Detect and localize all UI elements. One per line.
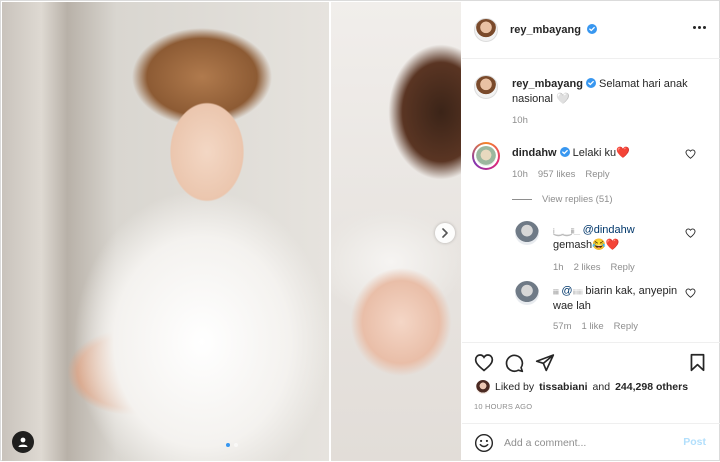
reply-meta: 1h 2 likes Reply: [553, 262, 635, 273]
more-dot: [693, 26, 696, 29]
author-avatar[interactable]: [474, 18, 498, 42]
user-tag-icon: [18, 437, 28, 447]
reply-avatar[interactable]: [515, 281, 539, 305]
comment-icon[interactable]: [504, 353, 524, 373]
view-replies-line: [512, 199, 532, 200]
carousel-dot: [234, 443, 238, 447]
reply: ᵢ‿‿ᵢᵢᵢ_ @dindahw gemash😂❤️: [553, 223, 683, 253]
post-photo-left: [2, 2, 329, 461]
liked-by: Liked by tissabiani and 244,298 others: [476, 380, 688, 394]
carousel-dot-active: [226, 443, 230, 447]
reply-avatar[interactable]: [515, 221, 539, 245]
view-replies-button[interactable]: View replies (51): [512, 194, 613, 205]
verified-badge-icon: [587, 24, 597, 34]
liker-avatar[interactable]: [476, 380, 490, 394]
post-side-panel: rey_mbayang rey_mbayang Selamat hari ana…: [462, 2, 720, 461]
commenter-username[interactable]: dindahw: [512, 147, 557, 159]
reply-meta: 57m 1 like Reply: [553, 321, 638, 332]
liked-by-others[interactable]: 244,298 others: [615, 381, 688, 393]
comment-meta: 10h 957 likes Reply: [512, 169, 610, 180]
post-actions: Liked by tissabiani and 244,298 others 1…: [462, 342, 720, 462]
caption-author-username[interactable]: rey_mbayang: [512, 78, 583, 90]
post-timestamp[interactable]: 10 HOURS AGO: [474, 402, 532, 411]
reply-time: 57m: [553, 321, 572, 332]
bookmark-icon[interactable]: [689, 353, 706, 372]
carousel-next-button[interactable]: [435, 223, 455, 243]
verified-badge-icon: [559, 147, 570, 157]
author-username[interactable]: rey_mbayang: [510, 24, 581, 36]
post-modal: rey_mbayang rey_mbayang Selamat hari ana…: [0, 0, 720, 461]
add-comment-bar: Post: [462, 423, 720, 462]
reply-mention-at: @: [561, 285, 573, 297]
story-ring[interactable]: [472, 142, 500, 170]
reply-username-redacted[interactable]: ᵢ‿‿ᵢᵢᵢ_: [553, 224, 580, 236]
more-dot: [703, 26, 706, 29]
heart-icon[interactable]: [685, 149, 696, 159]
post-header: rey_mbayang: [462, 2, 720, 59]
commenter-avatar: [476, 146, 496, 166]
reply-likes[interactable]: 2 likes: [574, 262, 601, 273]
reply-time: 1h: [553, 262, 564, 273]
tagged-users-button[interactable]: [12, 431, 34, 453]
reply-text: gemash😂❤️: [553, 239, 620, 251]
carousel-indicator: [226, 443, 238, 447]
emoji-icon[interactable]: [474, 433, 494, 453]
view-replies-label: View replies (51): [542, 194, 613, 205]
liked-by-and: and: [592, 381, 611, 393]
caption: rey_mbayang Selamat hari anak nasional 🤍: [512, 77, 702, 107]
reply-likes[interactable]: 1 like: [581, 321, 603, 332]
reply-button[interactable]: Reply: [611, 262, 635, 273]
reply-username-redacted[interactable]: ᵢᵢᵢᵢᵢ: [553, 285, 559, 297]
share-icon[interactable]: [535, 353, 555, 372]
comment: dindahw Lelaki ku❤️: [512, 146, 630, 161]
caption-time: 10h: [512, 115, 528, 126]
heart-icon[interactable]: [685, 288, 696, 298]
reply-mention[interactable]: @dindahw: [583, 224, 635, 236]
comment-likes[interactable]: 957 likes: [538, 169, 576, 180]
more-options-button[interactable]: [693, 26, 706, 29]
verified-badge-icon: [585, 78, 596, 88]
reply-button[interactable]: Reply: [614, 321, 638, 332]
caption-author-avatar[interactable]: [474, 75, 498, 99]
chevron-right-icon: [442, 228, 448, 238]
reply-button[interactable]: Reply: [585, 169, 609, 180]
liked-by-prefix: Liked by: [495, 381, 535, 393]
comment-text: Lelaki ku❤️: [572, 147, 630, 159]
post-comment-button[interactable]: Post: [683, 436, 706, 448]
comment-time: 10h: [512, 169, 528, 180]
heart-icon[interactable]: [685, 228, 696, 238]
liked-by-user[interactable]: tissabiani: [539, 381, 587, 393]
comment-input[interactable]: [504, 434, 674, 452]
reply-mention-redacted: ᵢᵢᵢᵢᵢᵢᵢᵢ: [572, 285, 583, 297]
reply: ᵢᵢᵢᵢᵢ @ᵢᵢᵢᵢᵢᵢᵢᵢ biarin kak, anyepin wae …: [553, 284, 683, 314]
heart-icon[interactable]: [474, 353, 494, 372]
post-media-carousel[interactable]: [2, 2, 461, 461]
more-dot: [698, 26, 701, 29]
reply-mention[interactable]: @ᵢᵢᵢᵢᵢᵢᵢᵢ: [561, 285, 583, 297]
